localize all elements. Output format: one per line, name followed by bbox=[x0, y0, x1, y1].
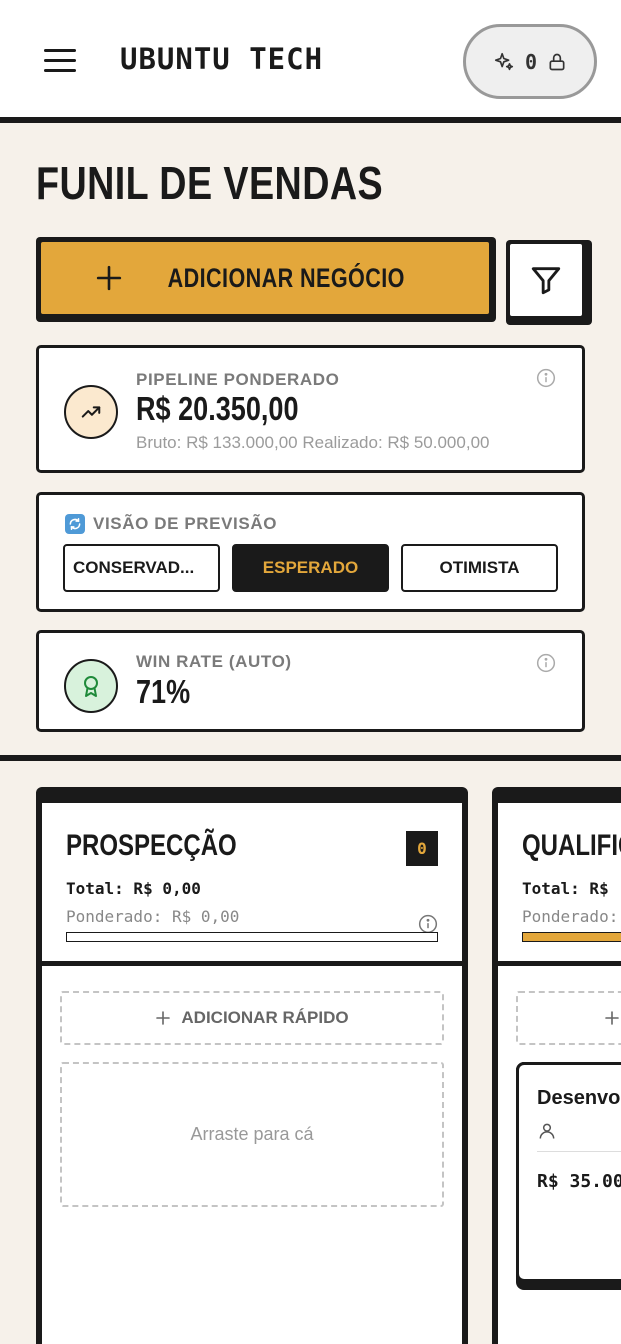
add-deal-label: ADICIONAR NEGÓCIO bbox=[167, 262, 405, 293]
column-count-badge: 0 bbox=[406, 831, 438, 866]
column-total: Total: R$ 0,00 bbox=[66, 879, 201, 898]
refresh-icon bbox=[65, 514, 85, 534]
quick-add-button[interactable]: ADICIONAR RÁPIDO bbox=[60, 991, 444, 1045]
pipeline-subtitle: Bruto: R$ 133.000,00 Realizado: R$ 50.00… bbox=[136, 433, 490, 452]
pipeline-value: R$ 20.350,00 bbox=[136, 390, 299, 427]
deal-title: Desenvo bbox=[537, 1087, 621, 1109]
info-icon[interactable] bbox=[418, 914, 438, 934]
forecast-option-expected[interactable]: ESPERADO bbox=[232, 544, 389, 592]
filter-icon bbox=[531, 267, 561, 295]
winrate-card: WIN RATE (AUTO) 71% bbox=[36, 630, 585, 732]
drop-zone[interactable]: Arraste para cá bbox=[60, 1062, 444, 1207]
deal-value: R$ 35.00 bbox=[537, 1171, 621, 1192]
column-total: Total: R$ bbox=[522, 879, 609, 898]
credits-badge[interactable]: 0 bbox=[463, 24, 597, 99]
deal-divider bbox=[537, 1151, 621, 1152]
quick-add-button[interactable] bbox=[516, 991, 621, 1045]
column-weighted: Ponderado: bbox=[522, 907, 619, 926]
column-progress-fill bbox=[523, 933, 621, 941]
pipeline-label: PIPELINE PONDERADO bbox=[136, 370, 340, 389]
kanban-column-prospeccao: PROSPECÇÃO 0 Total: R$ 0,00 Ponderado: R… bbox=[36, 787, 468, 1344]
column-title: QUALIFICA bbox=[522, 829, 621, 862]
kanban-board[interactable]: PROSPECÇÃO 0 Total: R$ 0,00 Ponderado: R… bbox=[0, 761, 621, 1344]
forecast-card: VISÃO DE PREVISÃO CONSERVAD... ESPERADO … bbox=[36, 492, 585, 612]
filter-button[interactable] bbox=[506, 240, 592, 325]
plus-icon bbox=[605, 1011, 619, 1025]
info-icon[interactable] bbox=[536, 368, 556, 388]
column-title: PROSPECÇÃO bbox=[66, 829, 237, 862]
column-progress-bar bbox=[66, 932, 438, 942]
top-bar: UBUNTU TECH 0 bbox=[0, 0, 621, 123]
forecast-label: VISÃO DE PREVISÃO bbox=[93, 514, 278, 533]
forecast-option-conservative[interactable]: CONSERVAD... bbox=[63, 544, 220, 592]
add-deal-button[interactable]: ADICIONAR NEGÓCIO bbox=[36, 237, 496, 322]
sparkles-icon bbox=[494, 52, 514, 70]
page-title: FUNIL DE VENDAS bbox=[36, 157, 384, 209]
credits-count: 0 bbox=[524, 49, 538, 74]
plus-icon bbox=[96, 265, 121, 291]
winrate-label: WIN RATE (AUTO) bbox=[136, 652, 292, 671]
winrate-value: 71% bbox=[136, 673, 191, 710]
column-weighted: Ponderado: R$ 0,00 bbox=[66, 907, 240, 926]
info-icon[interactable] bbox=[536, 653, 556, 673]
quick-add-label: ADICIONAR RÁPIDO bbox=[181, 1008, 349, 1027]
award-icon bbox=[64, 659, 118, 713]
forecast-option-optimistic[interactable]: OTIMISTA bbox=[401, 544, 558, 592]
plus-icon bbox=[156, 1011, 171, 1025]
trending-up-icon bbox=[64, 385, 118, 439]
column-progress-bar bbox=[522, 932, 621, 942]
user-icon bbox=[539, 1123, 555, 1139]
pipeline-card: PIPELINE PONDERADO R$ 20.350,00 Bruto: R… bbox=[36, 345, 585, 473]
deal-card[interactable]: Desenvo R$ 35.00 bbox=[516, 1062, 621, 1290]
kanban-column-qualificacao: QUALIFICA Total: R$ Ponderado: Desenvo bbox=[492, 787, 621, 1344]
lock-icon bbox=[549, 53, 565, 70]
menu-icon[interactable] bbox=[44, 49, 76, 75]
brand-name: UBUNTU TECH bbox=[120, 42, 324, 76]
